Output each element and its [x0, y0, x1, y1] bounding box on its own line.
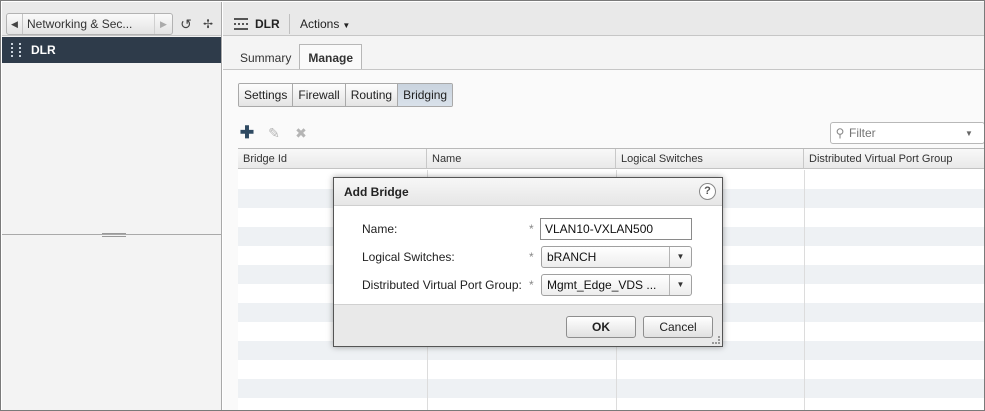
column-header-name[interactable]: Name [427, 149, 616, 168]
subtab-routing[interactable]: Routing [345, 84, 399, 106]
caret-down-icon: ▼ [342, 21, 351, 30]
edit-icon[interactable]: ✎ [265, 124, 283, 142]
name-label: Name: [362, 222, 398, 236]
navigator-item-dlr[interactable]: DLR [2, 37, 221, 63]
dvpg-value: Mgmt_Edge_VDS ... [547, 278, 657, 292]
subtab-firewall[interactable]: Firewall [293, 84, 346, 106]
required-icon: * [529, 278, 534, 292]
object-title: DLR [255, 17, 280, 31]
navigator-panel: ◀ Networking & Sec... ▶ ↺ ✢ DLR [2, 2, 222, 410]
chevron-down-icon[interactable]: ▼ [669, 247, 691, 267]
cancel-button[interactable]: Cancel [643, 316, 713, 338]
delete-icon[interactable]: ✖ [292, 124, 310, 142]
dialog-header: Add Bridge ? [334, 178, 722, 206]
dvpg-label: Distributed Virtual Port Group: [362, 278, 522, 292]
logical-switches-label: Logical Switches: [362, 250, 455, 264]
column-header-logical-switches[interactable]: Logical Switches [616, 149, 804, 168]
router-icon [234, 18, 248, 30]
subtab-settings[interactable]: Settings [239, 84, 294, 106]
navigator-header: ◀ Networking & Sec... ▶ ↺ ✢ [2, 2, 221, 36]
actions-label: Actions [300, 17, 340, 31]
column-divider [804, 170, 805, 410]
name-row: Name: * [334, 218, 724, 240]
navigator-breadcrumb[interactable]: ◀ Networking & Sec... ▶ [6, 13, 173, 35]
filter-input[interactable] [849, 126, 959, 140]
required-icon: * [529, 250, 534, 264]
logical-switches-value: bRANCH [547, 250, 597, 264]
caret-down-icon[interactable]: ▼ [965, 129, 973, 138]
chevron-left-icon[interactable]: ◀ [7, 14, 23, 34]
required-icon: * [529, 222, 534, 236]
grid-toolbar: ✚ ✎ ✖ [238, 124, 319, 142]
column-header-dvpg[interactable]: Distributed Virtual Port Group [804, 149, 984, 168]
table-header: Bridge Id Name Logical Switches Distribu… [238, 149, 984, 169]
router-icon [11, 43, 21, 57]
tab-manage[interactable]: Manage [299, 44, 363, 70]
dvpg-select[interactable]: Mgmt_Edge_VDS ... ▼ [541, 274, 692, 296]
dialog-title: Add Bridge [344, 185, 409, 199]
column-header-bridge-id[interactable]: Bridge Id [238, 149, 427, 168]
add-bridge-dialog: Add Bridge ? Name: * Logical Switches: *… [333, 177, 723, 347]
dialog-footer: OK Cancel [334, 304, 722, 346]
header-divider [289, 14, 290, 34]
manage-subtabs: Settings Firewall Routing Bridging [238, 83, 454, 107]
navigator-item-label: DLR [31, 43, 56, 57]
main-tabs: Summary Manage [235, 44, 363, 70]
filter-field[interactable]: ⚲ ▼ [830, 122, 984, 144]
dvpg-row: Distributed Virtual Port Group: * Mgmt_E… [334, 274, 724, 296]
ok-button[interactable]: OK [566, 316, 636, 338]
actions-menu[interactable]: Actions ▼ [300, 17, 350, 31]
tab-summary[interactable]: Summary [235, 46, 296, 70]
help-icon[interactable]: ? [699, 183, 716, 200]
history-icon[interactable]: ↺ [178, 16, 194, 32]
chevron-right-icon[interactable]: ▶ [154, 14, 172, 34]
logical-switches-row: Logical Switches: * bRANCH ▼ [334, 246, 724, 268]
object-header: DLR Actions ▼ [223, 2, 984, 36]
search-icon: ⚲ [835, 126, 845, 140]
chevron-down-icon[interactable]: ▼ [669, 275, 691, 295]
name-field[interactable] [540, 218, 692, 240]
panel-splitter[interactable] [2, 233, 221, 237]
app-window: ◀ Networking & Sec... ▶ ↺ ✢ DLR DLR Acti… [0, 0, 985, 411]
resize-grip-icon[interactable] [712, 336, 720, 344]
logical-switches-select[interactable]: bRANCH ▼ [541, 246, 692, 268]
pin-icon[interactable]: ✢ [201, 16, 215, 32]
subtab-bridging[interactable]: Bridging [398, 84, 453, 106]
add-icon[interactable]: ✚ [238, 124, 256, 142]
navigator-lower-panel [2, 237, 221, 410]
breadcrumb-label[interactable]: Networking & Sec... [23, 17, 154, 31]
